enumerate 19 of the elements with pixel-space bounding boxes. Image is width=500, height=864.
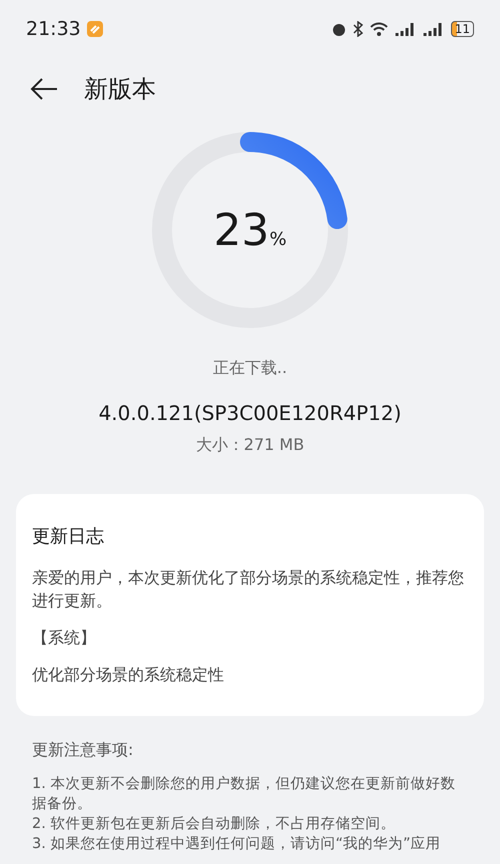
section-heading: 【系统】 bbox=[32, 627, 97, 649]
changelog-intro: 亲爱的用户，本次更新优化了部分场景的系统稳定性，推荐您进行更新。 bbox=[32, 567, 465, 612]
version-number: 4.0.0.121(SP3C00E120R4P12) bbox=[98, 401, 402, 425]
note-item: 1. 本次更新不会删除您的用户数据，但仍建议您在更新前做好数据备份。 bbox=[32, 774, 456, 814]
notes-title: 更新注意事项: bbox=[32, 740, 134, 760]
changelog-title: 更新日志 bbox=[32, 525, 105, 548]
changelog-item: 优化部分场景的系统稳定性 bbox=[32, 664, 225, 686]
percent-unit: % bbox=[269, 228, 287, 250]
app-notification-icon bbox=[86, 21, 103, 37]
note-item: 3. 如果您在使用过程中遇到任何问题，请访问“我的华为”应用 bbox=[32, 834, 442, 854]
back-arrow-icon[interactable] bbox=[30, 78, 58, 100]
page-title: 新版本 bbox=[84, 74, 156, 105]
download-status: 正在下载.. bbox=[212, 358, 288, 379]
note-item: 2. 软件更新包在更新后会自动删除，不占用存储空间。 bbox=[32, 814, 396, 834]
download-size: 大小：271 MB bbox=[196, 435, 304, 456]
progress-value: 23 bbox=[213, 204, 270, 256]
wifi-icon bbox=[368, 21, 389, 37]
bluetooth-icon bbox=[352, 21, 363, 37]
status-time: 21:33 bbox=[26, 18, 81, 40]
